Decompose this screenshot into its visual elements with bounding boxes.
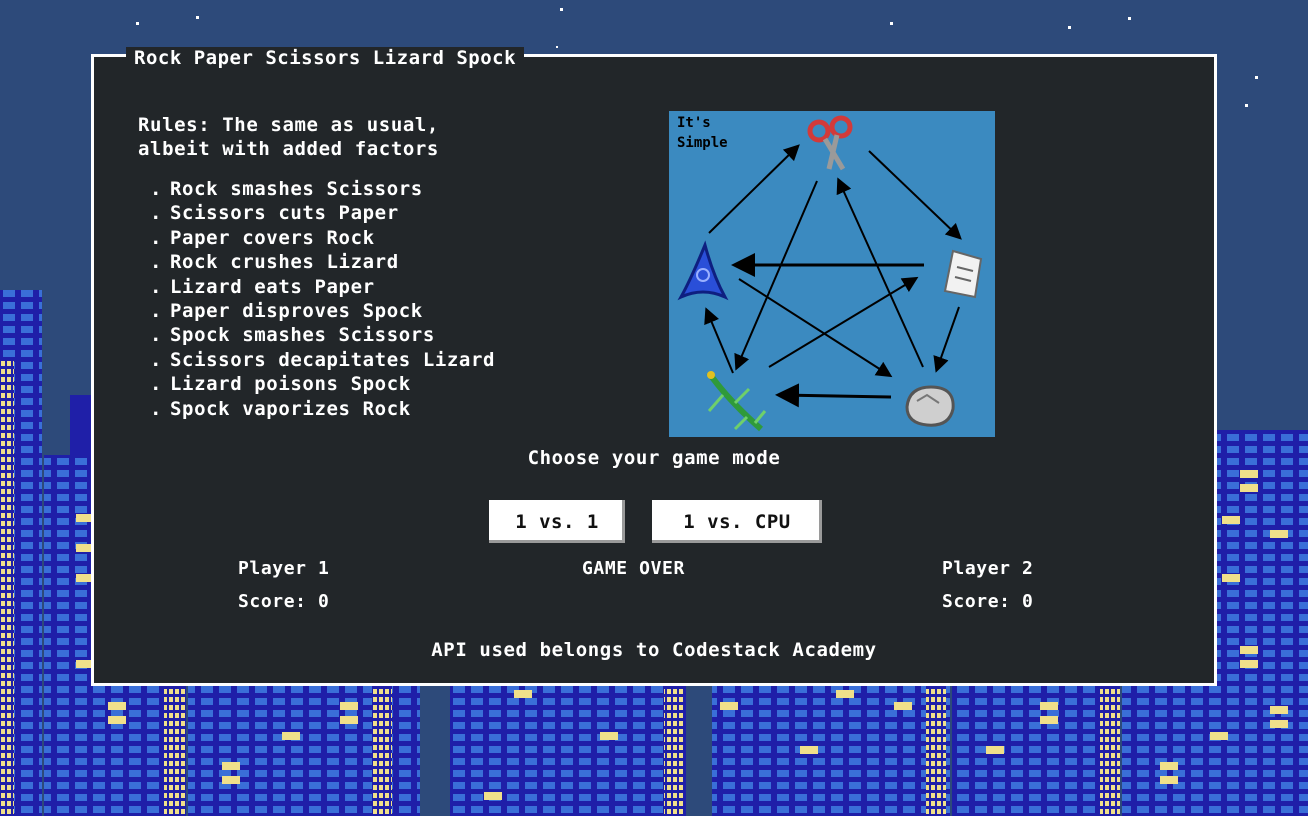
rule-text: Spock smashes Scissors bbox=[170, 324, 435, 347]
rule-item: . Spock vaporizes Rock bbox=[150, 397, 411, 420]
rock-icon bbox=[905, 385, 955, 427]
diagram-caption-line-2: Simple bbox=[677, 135, 728, 151]
one-vs-one-button[interactable]: 1 vs. 1 bbox=[489, 500, 625, 543]
game-window: Rock Paper Scissors Lizard Spock Rules: … bbox=[91, 47, 1217, 686]
player1-score: Score: 0 bbox=[238, 591, 330, 612]
rule-text: Rock crushes Lizard bbox=[170, 251, 399, 274]
rule-item: . Paper disproves Spock bbox=[150, 300, 423, 323]
scissors-icon bbox=[807, 115, 853, 171]
one-vs-cpu-button[interactable]: 1 vs. CPU bbox=[652, 500, 822, 543]
rule-text: Paper disproves Spock bbox=[170, 300, 423, 323]
rule-item: . Lizard poisons Spock bbox=[150, 373, 411, 396]
rule-item: . Lizard eats Paper bbox=[150, 275, 375, 298]
rules-diagram-art: It's Simple bbox=[677, 115, 983, 432]
rule-item: . Rock smashes Scissors bbox=[150, 178, 423, 200]
rule-item: . Scissors cuts Paper bbox=[150, 202, 399, 225]
player2-label: Player 2 bbox=[942, 558, 1034, 579]
paper-icon bbox=[943, 249, 983, 299]
rule-text: Paper covers Rock bbox=[170, 226, 375, 249]
rule-item: . Rock crushes Lizard bbox=[150, 251, 399, 274]
rules-intro-line-1: Rules: The same as usual, bbox=[138, 114, 439, 136]
rule-text: Rock smashes Scissors bbox=[170, 178, 423, 200]
rule-text: Spock vaporizes Rock bbox=[170, 397, 411, 420]
window-title: Rock Paper Scissors Lizard Spock bbox=[126, 47, 525, 69]
player2-score: Score: 0 bbox=[942, 591, 1034, 612]
diagram-caption-line-1: It's bbox=[677, 115, 711, 131]
rules-intro: Rules: The same as usual, albeit with ad… bbox=[138, 113, 578, 161]
rule-item: . Scissors decapitates Lizard bbox=[150, 348, 496, 371]
rule-item: . Paper covers Rock bbox=[150, 226, 375, 249]
game-status: GAME OVER bbox=[582, 558, 685, 579]
player1-label: Player 1 bbox=[238, 558, 330, 579]
rules-list: . Rock smashes Scissors . Scissors cuts Pa… bbox=[150, 177, 495, 421]
rule-text: Lizard eats Paper bbox=[170, 275, 375, 298]
rules-diagram: It's Simple bbox=[669, 111, 995, 437]
api-credit: API used belongs to Codestack Academy bbox=[431, 639, 877, 661]
spock-insignia-icon bbox=[677, 240, 729, 301]
rule-text: Scissors decapitates Lizard bbox=[170, 348, 496, 371]
rule-item: . Spock smashes Scissors bbox=[150, 324, 435, 347]
rule-text: Scissors cuts Paper bbox=[170, 202, 399, 225]
game-mode-prompt: Choose your game mode bbox=[527, 447, 781, 469]
rule-text: Lizard poisons Spock bbox=[170, 373, 411, 396]
lizard-icon bbox=[706, 371, 767, 432]
rules-intro-line-2: albeit with added factors bbox=[138, 138, 439, 160]
